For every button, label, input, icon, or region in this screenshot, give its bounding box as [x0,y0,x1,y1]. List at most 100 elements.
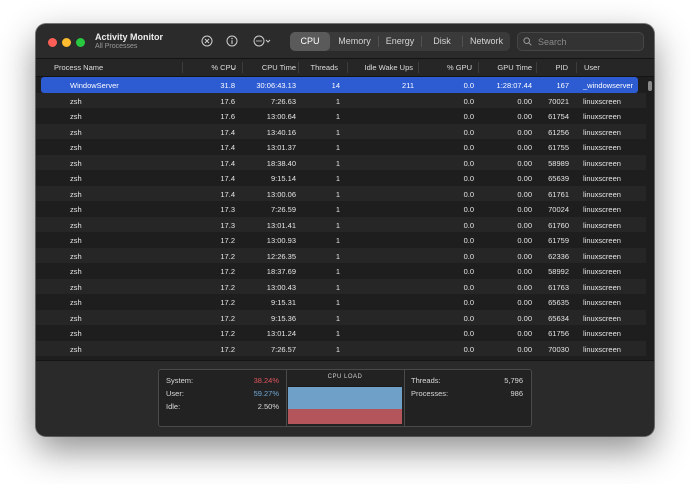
table-row[interactable]: zsh 17.2 13:01.24 1 0.0 0.00 61756 linuxscreen [36,325,646,341]
table-row[interactable]: zsh 17.6 13:00.64 1 0.0 0.00 61754 linuxscreen [36,108,646,124]
cpu-summary-panel: System: 38.24% User: 59.27% Idle: 2.50% … [158,369,532,427]
table-row[interactable]: zsh 17.2 12:26.35 1 0.0 0.00 62336 linuxscreen [36,247,646,263]
cpu-time-cell: 13:01.24 [266,329,296,338]
processes-label: Processes: [411,389,449,398]
table-row[interactable]: zsh 17.2 9:15.36 1 0.0 0.00 65634 linuxscreen [36,309,646,325]
cpu-time-cell: 12:26.35 [266,251,296,261]
table-row[interactable]: zsh 17.6 7:26.63 1 0.0 0.00 70021 linuxscreen [36,92,646,108]
minimize-window-button[interactable] [62,38,71,47]
gpu-time-cell: 0.00 [517,267,532,276]
scrollbar-thumb[interactable] [648,81,652,91]
gpu-time-cell: 0.00 [517,282,532,292]
close-window-button[interactable] [48,38,57,47]
gpu-cell: 0.0 [463,329,474,338]
tab-disk[interactable]: Disk [422,32,462,51]
user-cell: linuxscreen [583,127,621,137]
process-name-cell: zsh [70,205,82,214]
search-input[interactable] [517,32,644,51]
column-header-cpu-time[interactable]: CPU Time [246,63,296,72]
threads-cell: 1 [335,174,340,183]
process-name-cell: zsh [70,189,82,199]
column-separator [347,62,348,73]
stop-process-icon[interactable] [201,35,213,47]
table-row[interactable]: zsh 17.3 7:26.59 1 0.0 0.00 70024 linuxscreen [36,201,646,217]
process-name-cell: zsh [70,313,82,323]
gpu-time-cell: 0.00 [517,298,532,307]
pid-cell: 70024 [548,205,569,214]
table-row[interactable]: zsh 17.4 9:15.14 1 0.0 0.00 65639 linuxscreen [36,170,646,186]
cpu-time-cell: 9:15.36 [270,313,296,323]
cpu-cell: 17.3 [220,205,235,214]
gpu-cell: 0.0 [463,112,474,121]
cpu-cell: 17.6 [220,112,235,121]
sort-descending-icon: ⌄ [230,63,237,72]
table-row[interactable]: zsh 17.2 13:00.93 1 0.0 0.00 61759 linuxscreen [36,232,646,248]
column-header-threads[interactable]: Threads [300,63,338,72]
threads-cell: 1 [335,236,340,245]
zoom-window-button[interactable] [76,38,85,47]
gpu-cell: 0.0 [463,174,474,183]
user-cell: linuxscreen [583,282,621,292]
cpu-time-cell: 30:06:43.13 [256,81,296,90]
user-cell: linuxscreen [583,329,621,338]
column-header-gpu[interactable]: % GPU [422,63,472,72]
gpu-cell: 0.0 [463,81,474,90]
table-row-selected[interactable]: WindowServer 31.8 30:06:43.13 14 211 0.0 1:28:… [41,77,638,93]
table-row[interactable]: zsh 17.3 13:01.41 1 0.0 0.00 61760 linuxscreen [36,216,646,232]
gpu-time-cell: 0.00 [517,112,532,121]
table-row[interactable]: zsh 17.2 13:00.43 1 0.0 0.00 61763 linuxscreen [36,278,646,294]
column-header-cpu[interactable]: % CPU [186,63,236,72]
user-value: 59.27% [253,389,279,398]
scrollbar[interactable] [646,77,654,359]
tab-network[interactable]: Network [463,32,510,51]
cpu-time-cell: 13:00.64 [266,112,296,121]
gpu-cell: 0.0 [463,267,474,276]
tab-memory[interactable]: Memory [331,32,378,51]
table-row[interactable]: zsh 17.2 9:15.31 1 0.0 0.00 65635 linuxscreen [36,294,646,310]
gpu-time-cell: 0.00 [517,329,532,338]
threads-cell: 1 [335,96,340,106]
cpu-load-system-area [288,409,402,424]
view-tabs: CPU Memory Energy Disk Network [290,32,510,51]
process-name-cell: zsh [70,158,82,168]
column-header-pid[interactable]: PID [536,63,568,72]
table-header: Process Name % CPU ⌄ CPU Time Threads Id… [36,59,654,77]
table-row[interactable]: zsh 17.4 18:38.40 1 0.0 0.00 58989 linuxscreen [36,154,646,170]
threads-cell: 14 [331,81,340,90]
pid-cell: 58992 [548,267,569,276]
cpu-cell: 17.3 [220,220,235,230]
cpu-time-cell: 13:40.16 [266,127,296,137]
column-header-user[interactable]: User [584,63,600,72]
process-name-cell: zsh [70,251,82,261]
user-cell: linuxscreen [583,298,621,307]
column-header-process-name[interactable]: Process Name [54,63,103,72]
process-name-cell: zsh [70,127,82,137]
table-row[interactable]: zsh 17.4 13:40.16 1 0.0 0.00 61256 linuxscreen [36,123,646,139]
table-row[interactable]: zsh 17.4 13:00.06 1 0.0 0.00 61761 linuxscreen [36,185,646,201]
user-cell: linuxscreen [583,205,621,214]
column-separator [576,62,577,73]
table-row[interactable]: zsh 17.4 13:01.37 1 0.0 0.00 61755 linuxscreen [36,139,646,155]
threads-cell: 1 [335,127,340,137]
process-name-cell: zsh [70,298,82,307]
cpu-cell: 17.4 [220,143,235,152]
column-header-idle-wake-ups[interactable]: Idle Wake Ups [349,63,414,72]
cpu-time-cell: 13:01.37 [266,143,296,152]
cpu-time-cell: 7:26.59 [270,205,296,214]
tab-energy[interactable]: Energy [379,32,421,51]
cpu-cell: 31.8 [220,81,235,90]
threads-cell: 1 [335,313,340,323]
more-actions-icon[interactable] [253,35,271,47]
info-icon[interactable] [226,35,238,47]
column-header-gpu-time[interactable]: GPU Time [482,63,532,72]
cpu-time-cell: 13:00.06 [266,189,296,199]
table-row[interactable]: zsh 17.2 7:26.57 1 0.0 0.00 70030 linuxscreen [36,340,646,356]
pid-cell: 61761 [548,189,569,199]
cpu-time-cell: 9:15.14 [270,174,296,183]
threads-cell: 1 [335,282,340,292]
gpu-cell: 0.0 [463,251,474,261]
tab-cpu[interactable]: CPU [290,32,330,51]
table-row[interactable]: zsh 17.2 18:37.69 1 0.0 0.00 58992 linuxscreen [36,263,646,279]
process-name-cell: zsh [70,329,82,338]
user-cell: linuxscreen [583,236,621,245]
